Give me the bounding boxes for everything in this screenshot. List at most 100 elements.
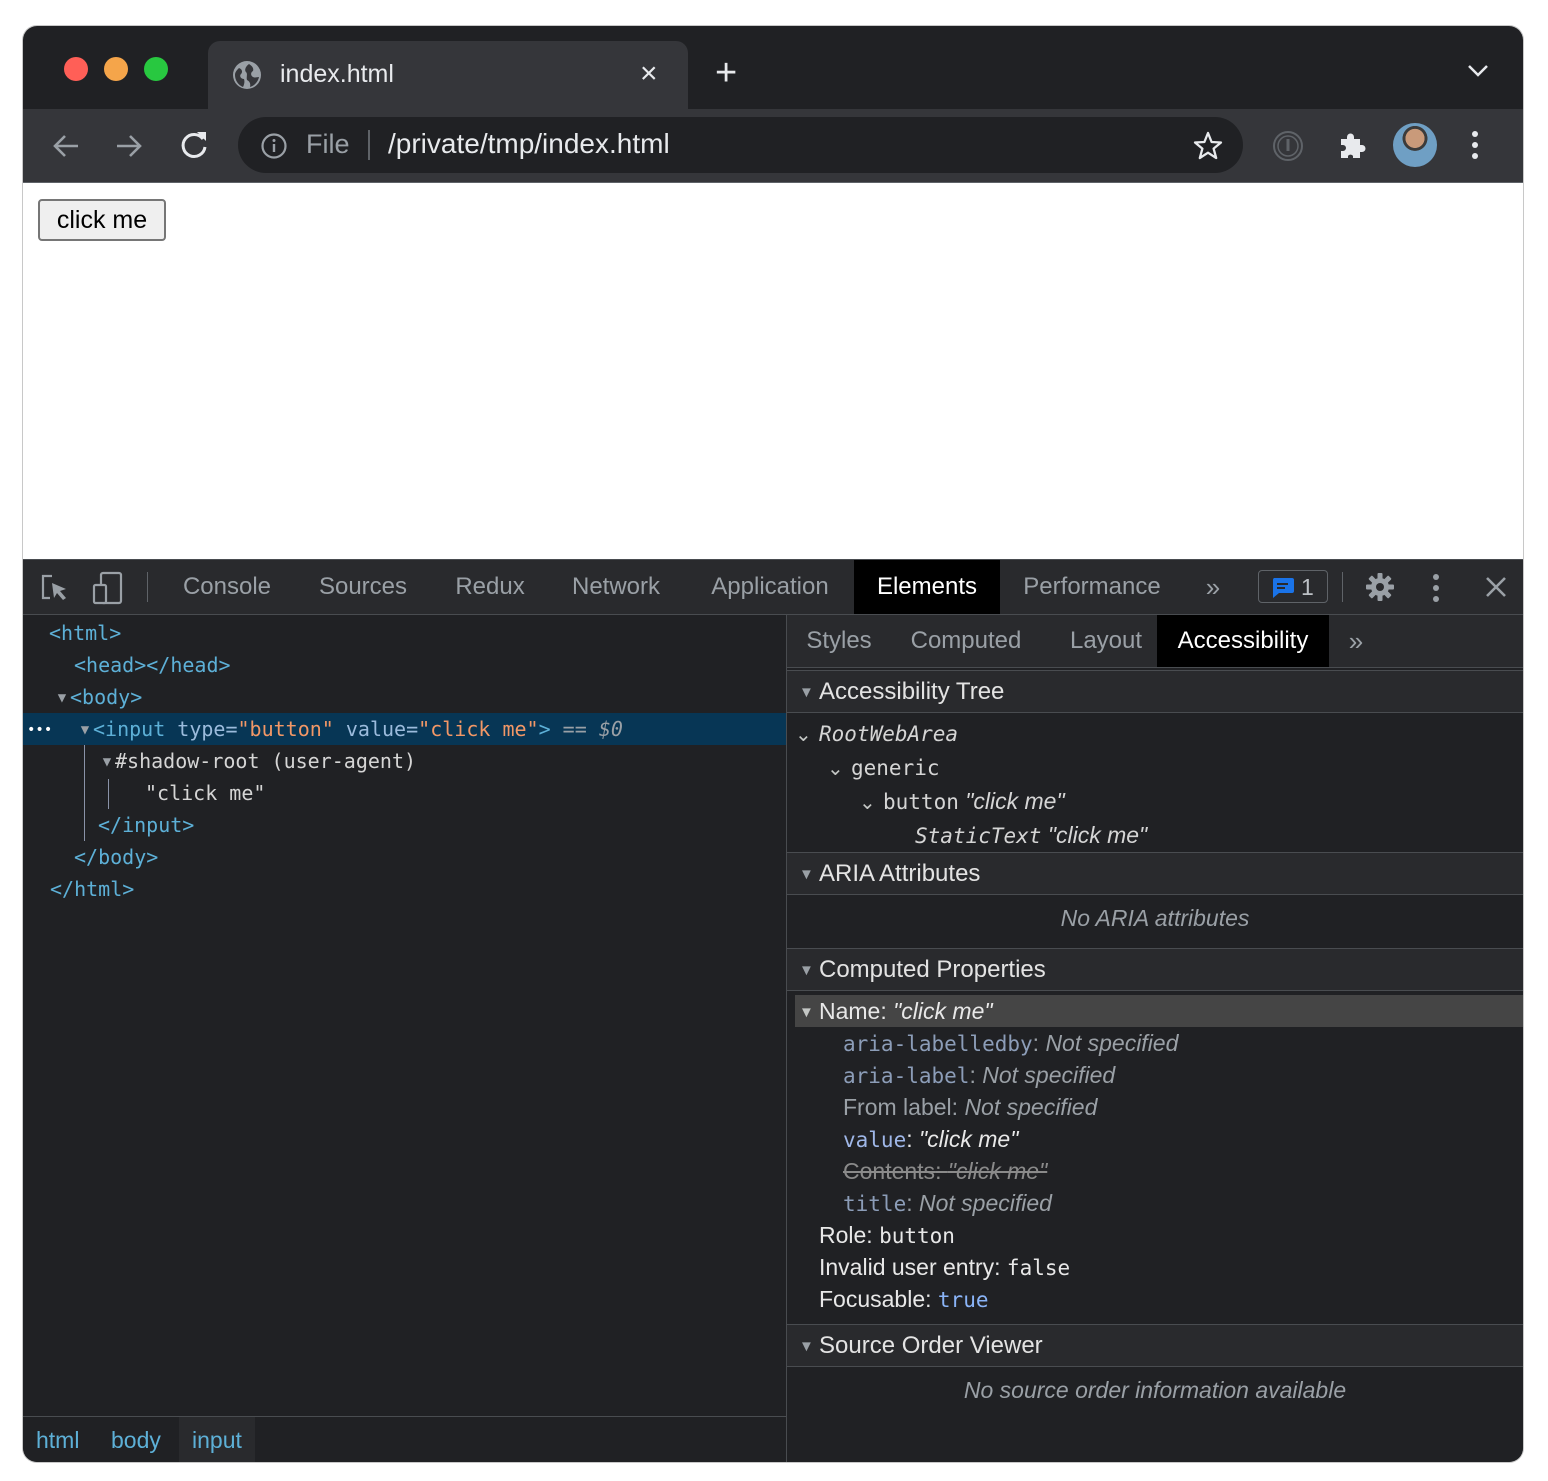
chevron-down-icon[interactable] <box>1467 64 1489 78</box>
tab-elements[interactable]: Elements <box>854 560 1000 614</box>
ax-node-statictext[interactable]: StaticText "click me" <box>915 818 1147 852</box>
html-open-tag: <html> <box>49 621 122 645</box>
collapse-triangle-icon[interactable]: ▼ <box>799 997 814 1029</box>
prop-value: Not specified <box>1045 1030 1179 1056</box>
collapse-triangle-icon: ▼ <box>799 866 814 883</box>
issues-count: 1 <box>1301 574 1314 600</box>
kebab-menu-icon[interactable] <box>1470 129 1480 161</box>
section-source-order-viewer[interactable]: ▼ Source Order Viewer <box>787 1324 1523 1367</box>
dom-node-input-close[interactable]: </input> <box>23 809 786 841</box>
tab-accessibility[interactable]: Accessibility <box>1157 615 1329 667</box>
name-source-title: title: Not specified <box>843 1187 1052 1219</box>
ax-name: "click me" <box>965 788 1065 814</box>
section-aria-attributes[interactable]: ▼ ARIA Attributes <box>787 852 1523 895</box>
ax-role: generic <box>851 756 940 780</box>
tab-strip: index.html × + <box>23 26 1523 109</box>
arrow-right-icon[interactable] <box>114 131 144 161</box>
section-accessibility-tree[interactable]: ▼ Accessibility Tree <box>787 670 1523 713</box>
close-window-button[interactable] <box>64 57 88 81</box>
prop-sep: : <box>935 1158 948 1184</box>
breadcrumb-input[interactable]: input <box>179 1417 255 1462</box>
prop-sep: : <box>1032 1030 1046 1056</box>
breadcrumb: html body input <box>23 1416 786 1462</box>
tab-computed[interactable]: Computed <box>903 615 1029 667</box>
expand-triangle-icon[interactable]: ▼ <box>77 714 93 746</box>
more-tabs-button[interactable]: » <box>1195 560 1231 614</box>
prop-key: Role: <box>819 1222 880 1248</box>
click-me-button[interactable]: click me <box>38 199 166 241</box>
head-tag: <head></head> <box>74 653 231 677</box>
dom-node-head[interactable]: <head></head> <box>23 649 786 681</box>
close-icon[interactable] <box>1485 576 1507 598</box>
tab-layout[interactable]: Layout <box>1053 615 1159 667</box>
address-bar[interactable]: File /private/tmp/index.html <box>238 117 1243 173</box>
tab-network[interactable]: Network <box>559 560 673 614</box>
expand-triangle-icon[interactable]: ▼ <box>99 746 115 778</box>
globe-icon <box>233 61 261 89</box>
prop-key: From label <box>843 1094 952 1120</box>
body-open-tag: <body> <box>70 685 143 709</box>
node-actions-ellipsis-icon[interactable]: ••• <box>27 714 77 746</box>
info-icon[interactable] <box>260 132 288 160</box>
ax-node-generic[interactable]: ⌄ generic <box>827 750 940 784</box>
message-icon <box>1272 578 1294 598</box>
bookmark-star-icon[interactable] <box>1192 130 1224 162</box>
gear-icon[interactable] <box>1365 572 1395 602</box>
tab-console[interactable]: Console <box>173 560 281 614</box>
ax-node-button[interactable]: ⌄ button "click me" <box>859 784 1065 818</box>
devtools-tab-bar: Console Sources Redux Network Applicatio… <box>23 560 1523 615</box>
toolbar-divider <box>147 572 148 602</box>
chevron-down-icon[interactable]: ⌄ <box>827 751 851 785</box>
chevron-down-icon[interactable]: ⌄ <box>795 717 819 751</box>
page-viewport: click me <box>23 183 1523 559</box>
accessibility-sidebar: Styles Computed Layout Accessibility » ▼… <box>787 615 1523 1462</box>
dom-node-shadow-root[interactable]: ▼ #shadow-root (user-agent) <box>23 745 786 777</box>
kebab-menu-icon[interactable] <box>1431 573 1441 603</box>
prop-sep: : <box>969 1062 983 1088</box>
prop-value: true <box>937 1288 989 1312</box>
prop-value: "click me" <box>919 1126 1019 1152</box>
ax-role: StaticText <box>915 824 1042 848</box>
browser-tab[interactable]: index.html × <box>208 41 688 109</box>
puzzle-icon[interactable] <box>1336 130 1368 162</box>
tab-performance[interactable]: Performance <box>1013 560 1171 614</box>
ax-node-rootwebarea[interactable]: ⌄ RootWebArea <box>795 716 958 750</box>
name-source-from-label: From label: Not specified <box>843 1091 1097 1123</box>
collapse-triangle-icon: ▼ <box>799 1338 814 1355</box>
tab-application[interactable]: Application <box>697 560 843 614</box>
breadcrumb-html[interactable]: html <box>23 1417 92 1462</box>
computed-name-row[interactable]: ▼ Name: "click me" <box>795 995 1523 1027</box>
dom-text-node[interactable]: "click me" <box>23 777 786 809</box>
section-computed-properties[interactable]: ▼ Computed Properties <box>787 948 1523 991</box>
more-sidebar-tabs-button[interactable]: » <box>1339 615 1373 667</box>
dom-node-html-close[interactable]: </html> <box>23 873 786 905</box>
tab-styles[interactable]: Styles <box>793 615 885 667</box>
sidebar-tab-bar: Styles Computed Layout Accessibility » <box>787 615 1523 668</box>
arrow-left-icon[interactable] <box>51 131 81 161</box>
tab-redux[interactable]: Redux <box>443 560 537 614</box>
issues-counter[interactable]: 1 <box>1258 570 1328 603</box>
minimize-window-button[interactable] <box>104 57 128 81</box>
attr-name-value: value <box>345 717 407 741</box>
password-manager-icon[interactable] <box>1272 130 1304 162</box>
section-title: Source Order Viewer <box>819 1332 1043 1359</box>
tab-sources[interactable]: Sources <box>305 560 421 614</box>
shadow-root-label: #shadow-root (user-agent) <box>115 749 417 773</box>
dom-node-html[interactable]: <html> <box>23 617 786 649</box>
avatar[interactable] <box>1393 123 1437 167</box>
breadcrumb-body[interactable]: body <box>98 1417 174 1462</box>
maximize-window-button[interactable] <box>144 57 168 81</box>
dom-node-body-close[interactable]: </body> <box>23 841 786 873</box>
prop-value: Not specified <box>964 1094 1098 1120</box>
device-toolbar-icon[interactable] <box>91 571 125 605</box>
attr-value-value: "click me" <box>418 717 539 741</box>
url-text[interactable]: /private/tmp/index.html <box>388 128 670 160</box>
new-tab-button[interactable]: + <box>715 54 737 92</box>
expand-triangle-icon[interactable]: ▼ <box>54 682 70 714</box>
inspect-element-icon[interactable] <box>40 573 70 603</box>
reload-icon[interactable] <box>178 129 210 161</box>
close-tab-icon[interactable]: × <box>640 57 658 91</box>
chevron-down-icon[interactable]: ⌄ <box>859 785 883 819</box>
dom-node-input-selected[interactable]: ••• ▼ <input type="button" value="click me… <box>23 713 786 745</box>
dom-node-body[interactable]: ▼ <body> <box>23 681 786 713</box>
